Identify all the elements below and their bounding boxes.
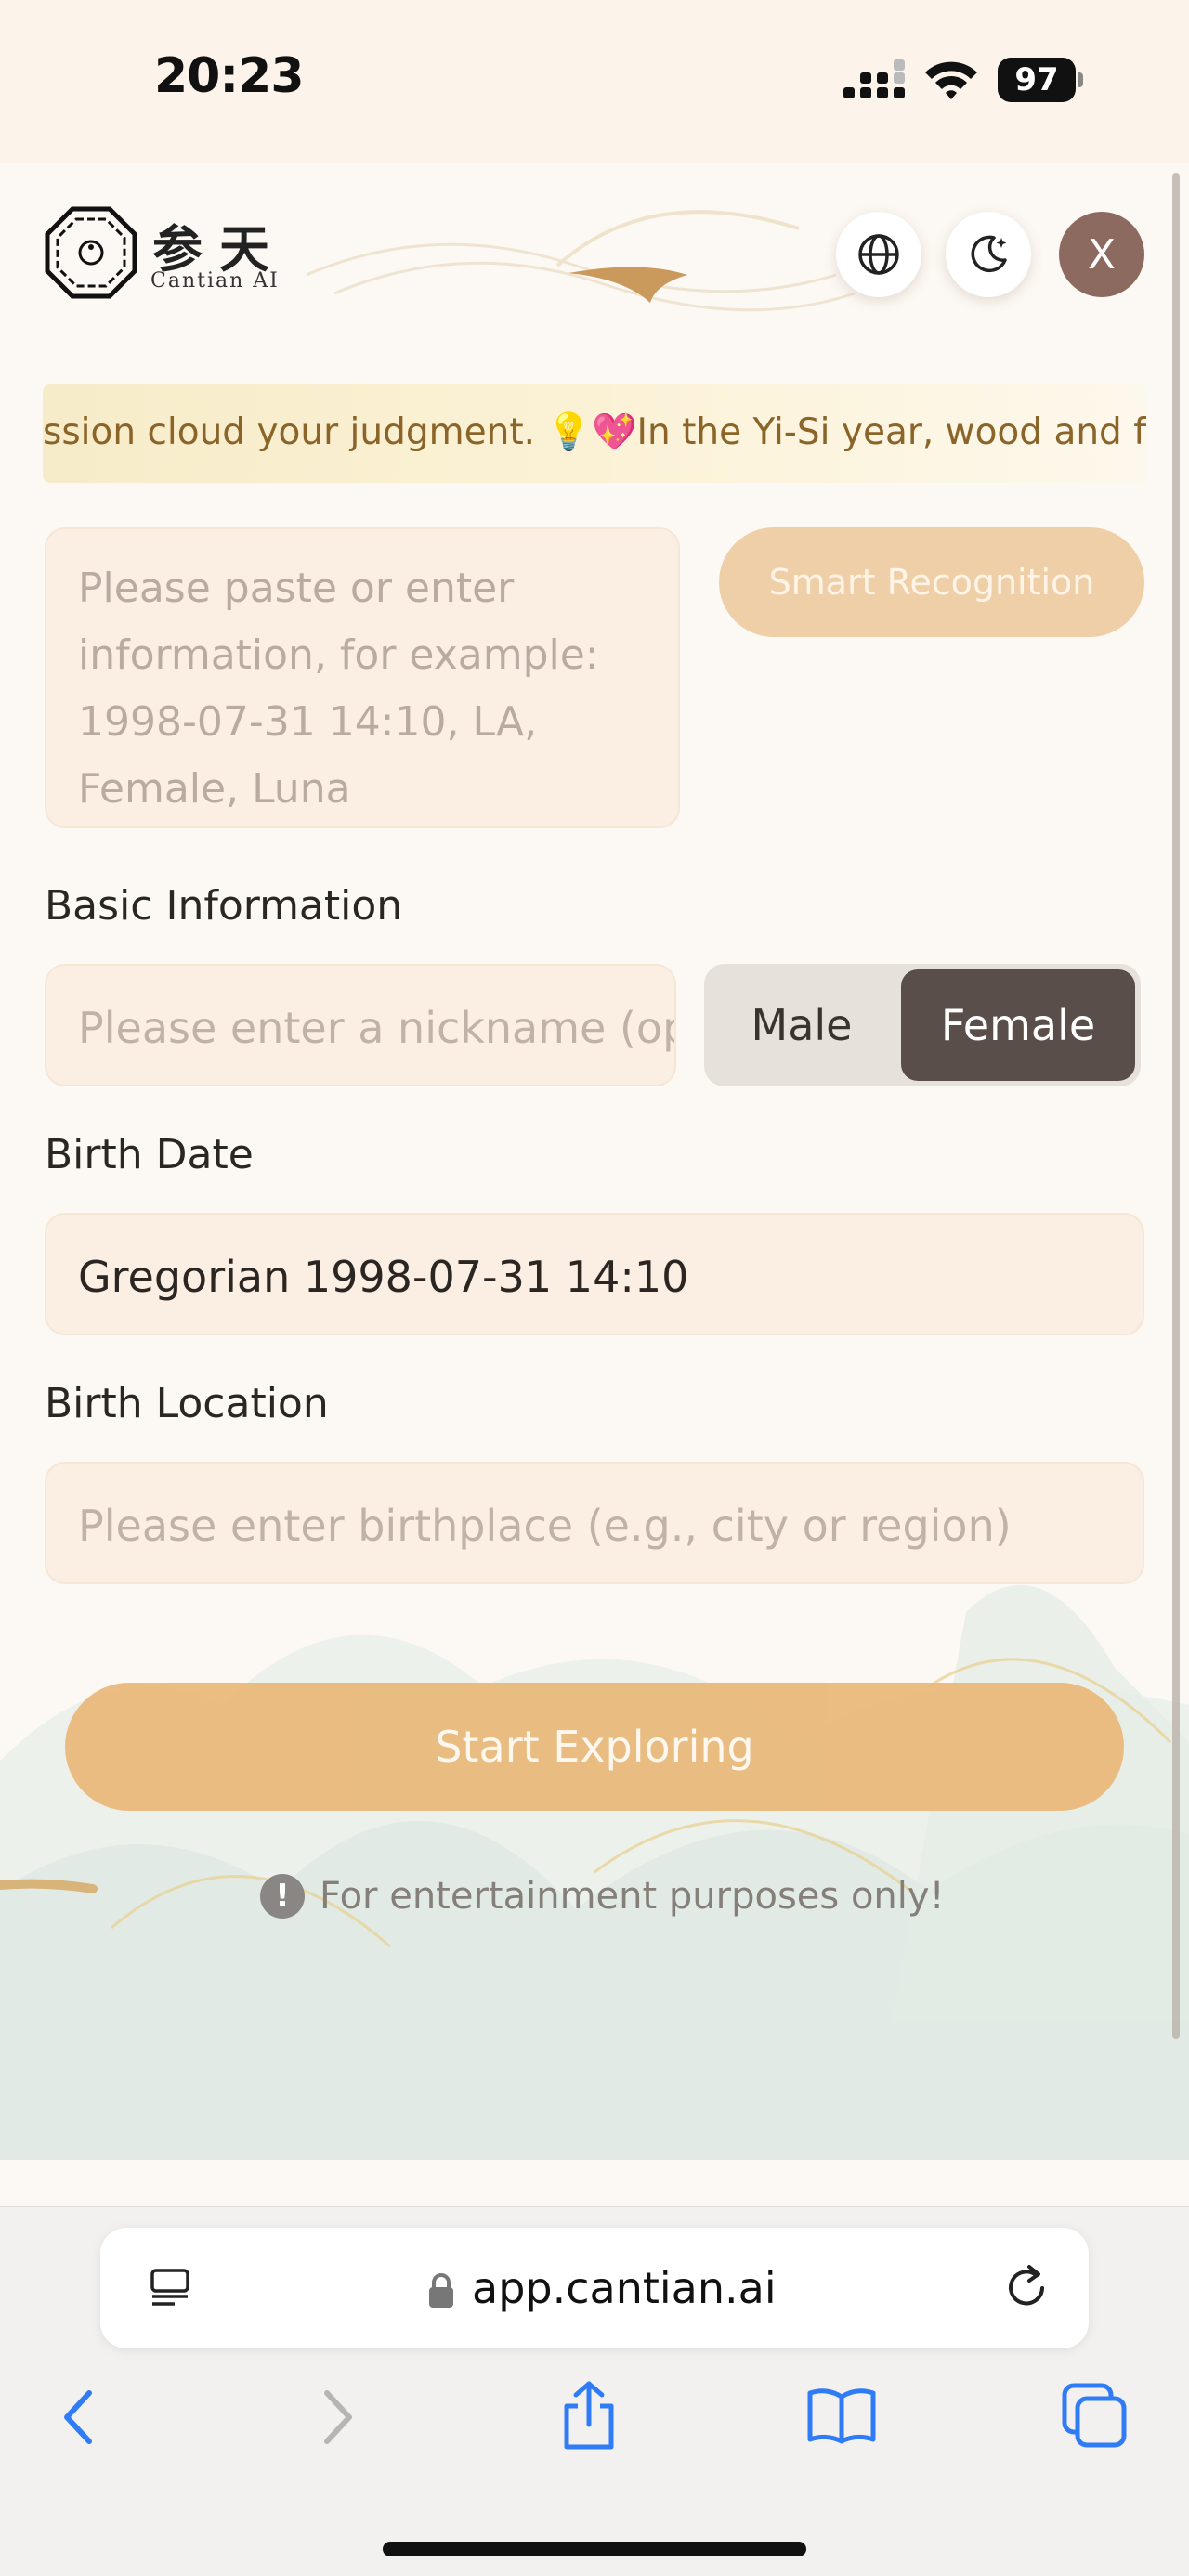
browser-toolbar: app.cantian.ai — [0, 2206, 1189, 2576]
nickname-placeholder: Please enter a nickname (op — [78, 1003, 676, 1053]
status-bar: 20:23 97 — [0, 0, 1189, 163]
book-icon[interactable] — [806, 2386, 877, 2445]
info-paste-textarea[interactable]: Please paste or enter information, for e… — [45, 527, 680, 828]
battery-level: 97 — [1014, 61, 1059, 98]
disclaimer: ! For entertainment purposes only! — [260, 1868, 945, 1924]
announcement-text: ssion cloud your judgment. 💡💖In the Yi-S… — [43, 411, 1146, 453]
birth-date-value: Gregorian 1998-07-31 14:10 — [78, 1252, 689, 1302]
gender-female-option[interactable]: Female — [901, 969, 1135, 1081]
language-button[interactable] — [836, 212, 921, 297]
birth-location-input[interactable]: Please enter birthplace (e.g., city or r… — [45, 1462, 1144, 1584]
start-exploring-button[interactable]: Start Exploring — [65, 1683, 1124, 1811]
gender-male-option[interactable]: Male — [704, 964, 899, 1086]
gender-toggle: Male Female — [704, 964, 1141, 1086]
share-icon[interactable] — [555, 2378, 622, 2452]
page: 20:23 97 参天 Cantian AI X ssion cloud you… — [0, 0, 1189, 2576]
url-text: app.cantian.ai — [472, 2263, 777, 2313]
moon-icon — [971, 235, 1007, 273]
birth-date-input[interactable]: Gregorian 1998-07-31 14:10 — [45, 1213, 1144, 1335]
cellular-signal-icon — [843, 59, 905, 98]
user-avatar[interactable]: X — [1059, 212, 1144, 297]
basic-info-label: Basic Information — [45, 882, 403, 930]
disclaimer-text: For entertainment purposes only! — [320, 1875, 945, 1918]
home-indicator[interactable] — [383, 2542, 806, 2556]
theme-toggle-button[interactable] — [946, 212, 1031, 297]
address-bar[interactable]: app.cantian.ai — [100, 2228, 1089, 2348]
status-time: 20:23 — [154, 48, 305, 104]
wifi-icon — [925, 61, 977, 99]
logo-subtitle: Cantian AI — [150, 269, 280, 293]
lock-icon — [429, 2273, 453, 2308]
reload-icon[interactable] — [1001, 2263, 1052, 2313]
tabs-icon[interactable] — [1061, 2382, 1128, 2449]
reader-icon[interactable] — [147, 2265, 193, 2311]
smart-recognition-button[interactable]: Smart Recognition — [719, 527, 1144, 637]
page-scrollbar[interactable] — [1172, 173, 1180, 2039]
announcement-marquee: ssion cloud your judgment. 💡💖In the Yi-S… — [43, 384, 1146, 483]
web-content: 参天 Cantian AI X ssion cloud your judgmen… — [0, 163, 1189, 2206]
bagua-logo-icon — [45, 206, 137, 299]
nickname-input[interactable]: Please enter a nickname (op — [45, 964, 676, 1086]
globe-icon — [858, 234, 899, 275]
birth-location-label: Birth Location — [45, 1380, 329, 1427]
paste-placeholder: Please paste or enter information, for e… — [78, 565, 599, 813]
birth-date-label: Birth Date — [45, 1131, 254, 1178]
chevron-left-icon[interactable] — [58, 2387, 100, 2447]
birth-location-placeholder: Please enter birthplace (e.g., city or r… — [78, 1501, 1012, 1551]
battery-icon: 97 — [998, 58, 1083, 102]
exclamation-icon: ! — [260, 1874, 305, 1919]
chevron-right-icon[interactable] — [316, 2387, 359, 2447]
